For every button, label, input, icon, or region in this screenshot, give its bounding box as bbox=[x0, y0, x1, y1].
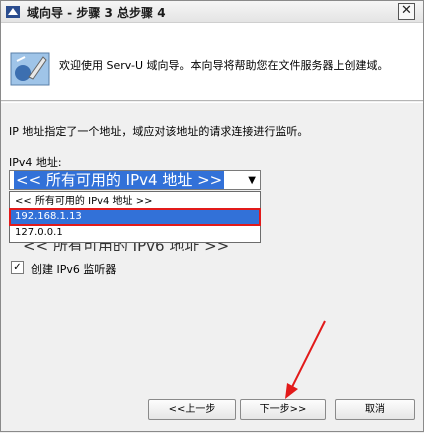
serv-u-logo-icon bbox=[6, 6, 20, 18]
header-panel: 欢迎使用 Serv-U 域向导。本向导将帮助您在文件服务器上创建域。 bbox=[1, 23, 423, 101]
header-divider bbox=[1, 102, 423, 103]
dropdown-option-127-0-0-1[interactable]: 127.0.0.1 bbox=[10, 225, 260, 241]
ipv4-address-select[interactable]: << 所有可用的 IPv4 地址 >> ▼ bbox=[9, 170, 261, 190]
ipv4-selected-value: << 所有可用的 IPv4 地址 >> bbox=[14, 171, 225, 189]
wizard-window: 域向导 - 步骤 3 总步骤 4 ✕ 欢迎使用 Serv-U 域向导。本向导将帮… bbox=[0, 0, 424, 432]
ipv4-label: IPv4 地址: bbox=[9, 156, 62, 169]
ipv6-listener-label: 创建 IPv6 监听器 bbox=[31, 263, 117, 276]
cancel-button[interactable]: 取消 bbox=[335, 399, 415, 420]
welcome-text: 欢迎使用 Serv-U 域向导。本向导将帮助您在文件服务器上创建域。 bbox=[59, 59, 389, 72]
dropdown-option-192-168-1-13[interactable]: 192.168.1.13 bbox=[9, 208, 261, 226]
close-button[interactable]: ✕ bbox=[398, 3, 415, 20]
ipv6-address-select[interactable]: << 所有可用的 IPv6 地址 >> bbox=[9, 243, 261, 251]
dropdown-option-all-ipv4[interactable]: << 所有可用的 IPv4 地址 >> bbox=[10, 194, 260, 210]
chevron-down-icon[interactable]: ▼ bbox=[248, 175, 256, 186]
ip-description: IP 地址指定了一个地址，域应对该地址的请求连接进行监听。 bbox=[9, 125, 309, 138]
close-icon: ✕ bbox=[401, 3, 412, 18]
ipv6-selected-value: << 所有可用的 IPv6 地址 >> bbox=[23, 243, 229, 251]
next-button[interactable]: 下一步>> bbox=[240, 399, 326, 420]
ipv6-listener-checkbox[interactable]: ✓ bbox=[11, 261, 24, 274]
title-bar: 域向导 - 步骤 3 总步骤 4 ✕ bbox=[1, 1, 423, 23]
window-title: 域向导 - 步骤 3 总步骤 4 bbox=[27, 6, 166, 20]
domain-wizard-icon bbox=[10, 52, 50, 86]
ipv4-dropdown-list: << 所有可用的 IPv4 地址 >> 192.168.1.13 127.0.0… bbox=[9, 191, 261, 243]
back-button[interactable]: <<上一步 bbox=[148, 399, 236, 420]
